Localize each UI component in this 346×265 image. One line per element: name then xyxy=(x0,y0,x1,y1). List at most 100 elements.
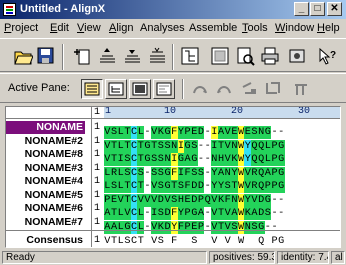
consensus-residue xyxy=(244,235,251,247)
save-button[interactable] xyxy=(34,45,58,67)
sequence-start: 1 xyxy=(94,162,101,174)
alignment-pane[interactable]: 1 1 10 20 30 NONAME 1 VSLTCL-VKGFYPED-IAVE… xyxy=(5,106,341,248)
zoom-in-button[interactable] xyxy=(189,78,213,100)
sequence-row[interactable]: NONAME#8 1 VTISCTGSSNIGAG--NHVKWYQQLPG xyxy=(6,148,340,166)
consensus-residue: F xyxy=(171,236,178,247)
ruler-row-number: 1 xyxy=(94,107,101,118)
sequence-row[interactable]: NONAME#4 1 LSLTCT-VSGTSFDD-YYSTWVRQPPG xyxy=(6,175,340,193)
residue: V xyxy=(211,220,218,234)
main-toolbar: ? xyxy=(0,38,346,72)
print-icon xyxy=(261,47,279,65)
pane-tree-button[interactable] xyxy=(105,79,127,99)
pane-graph-button[interactable] xyxy=(129,79,151,99)
app-icon xyxy=(3,3,16,16)
sequence-start: 1 xyxy=(94,189,101,201)
sequence-name[interactable]: NONAME#2 xyxy=(6,135,85,148)
title-bar: Untitled - AlignX _ □ ✕ xyxy=(0,0,346,19)
print-preview-button[interactable] xyxy=(233,45,257,67)
fit-button[interactable] xyxy=(237,78,261,100)
sequence-start: 1 xyxy=(94,149,101,160)
sequence-row[interactable]: NONAME#3 1 LRLSCS-SSGFIFSS-YANYWVRQAPG xyxy=(6,162,340,180)
status-ready: Ready xyxy=(2,251,207,264)
sequence-start: 1 xyxy=(94,203,101,214)
sequence-name[interactable]: NONAME#8 xyxy=(6,148,85,161)
consensus-residue: P xyxy=(271,236,278,247)
residue: S xyxy=(251,220,258,234)
residue xyxy=(298,135,305,148)
menu-align[interactable]: Align xyxy=(109,22,133,34)
menu-tools[interactable]: Tools xyxy=(242,22,268,34)
minimize-button[interactable]: _ xyxy=(294,2,309,16)
consensus-residue xyxy=(144,235,151,247)
export-button[interactable] xyxy=(285,45,309,67)
sequence-name[interactable]: NONAME#6 xyxy=(6,202,85,215)
crop-button[interactable] xyxy=(261,78,285,100)
consensus-residue: S xyxy=(124,236,131,247)
menu-project[interactable]: Project xyxy=(4,22,38,34)
active-pane-label: Active Pane: xyxy=(8,82,70,94)
residue: V xyxy=(224,220,232,234)
sequence-name[interactable]: NONAME#5 xyxy=(6,189,85,202)
residue xyxy=(298,189,305,202)
menu-help[interactable]: Help xyxy=(317,22,340,34)
residue xyxy=(298,175,305,188)
menu-analyses[interactable]: Analyses xyxy=(140,22,185,34)
pane-text-button[interactable] xyxy=(153,79,175,99)
sequence-name[interactable]: NONAME xyxy=(6,121,85,134)
residue xyxy=(311,162,318,175)
consensus-residue: S xyxy=(191,236,198,247)
alignment-pane-icon xyxy=(84,82,100,96)
insert-sequence-icon xyxy=(74,49,90,65)
layout-button[interactable] xyxy=(289,78,313,100)
sequence-residues: VSLTCL-VKGFYPED-IAVEWESNG-- xyxy=(104,121,318,139)
toolbar-separator xyxy=(172,44,174,70)
zoom-out-button[interactable] xyxy=(213,78,237,100)
menu-assemble[interactable]: Assemble xyxy=(189,22,237,34)
sequence-row[interactable]: NONAME 1 VSLTCL-VKGFYPED-IAVEWESNG-- xyxy=(6,121,340,139)
consensus-sequence: VTLSCT VS F S V V W Q PG xyxy=(104,234,285,247)
sequence-name[interactable]: NONAME#4 xyxy=(6,175,85,188)
residue xyxy=(311,121,318,134)
status-bar: Ready positives: 59.3% identity: 7.4% al xyxy=(0,250,346,265)
report-button[interactable] xyxy=(208,45,232,67)
sequence-row[interactable]: NONAME#7 1 AALGCL-VKDYFPEP-VTVSWNSG-- xyxy=(6,216,340,234)
text-pane-icon xyxy=(156,82,172,96)
menu-window[interactable]: Window xyxy=(275,22,314,34)
residue xyxy=(285,216,292,229)
align-button[interactable] xyxy=(145,45,169,67)
residue xyxy=(305,202,312,215)
print-button[interactable] xyxy=(258,45,282,67)
residue xyxy=(298,216,305,229)
menu-edit[interactable]: Edit xyxy=(50,22,69,34)
open-button[interactable] xyxy=(11,45,35,67)
insert-sequence-button[interactable] xyxy=(70,45,94,67)
report-icon xyxy=(211,47,229,65)
sequence-name[interactable]: NONAME#7 xyxy=(6,216,85,229)
sequence-start: 1 xyxy=(94,176,101,187)
residue xyxy=(305,216,312,229)
consensus-residue: Q xyxy=(258,236,265,247)
sequence-row[interactable]: NONAME#6 1 ATLVCL-ISDFYPGA-VTVAWKADS-- xyxy=(6,202,340,220)
sequence-row[interactable]: NONAME#5 1 PEVTCVVVDVSHEDPQVKFNWYVDG-- xyxy=(6,189,340,207)
pane-alignment-button[interactable] xyxy=(81,79,103,99)
residue: W xyxy=(237,220,245,234)
align-down-button[interactable] xyxy=(120,45,144,67)
consensus-row: Consensus 1 VTLSCT VS F S V V W Q PG xyxy=(6,234,340,247)
sequence-name[interactable]: NONAME#3 xyxy=(6,162,85,175)
menu-view[interactable]: View xyxy=(77,22,101,34)
residue: P xyxy=(197,220,205,234)
consensus-divider xyxy=(6,230,340,231)
help-button[interactable]: ? xyxy=(315,45,339,67)
consensus-residue xyxy=(164,235,171,247)
consensus-residue: L xyxy=(117,236,124,247)
maximize-button[interactable]: □ xyxy=(310,2,325,16)
tree-button[interactable] xyxy=(178,45,202,67)
residue xyxy=(291,202,298,215)
align-up-button[interactable] xyxy=(95,45,119,67)
sequence-row[interactable]: NONAME#2 1 VTLTCTGTSSNIGS--ITVNWYQQLPG xyxy=(6,135,340,153)
close-button[interactable]: ✕ xyxy=(327,2,342,16)
residue xyxy=(285,202,292,215)
residue: K xyxy=(157,220,165,234)
svg-text:?: ? xyxy=(330,50,336,61)
sequence-start: 1 xyxy=(94,122,101,133)
